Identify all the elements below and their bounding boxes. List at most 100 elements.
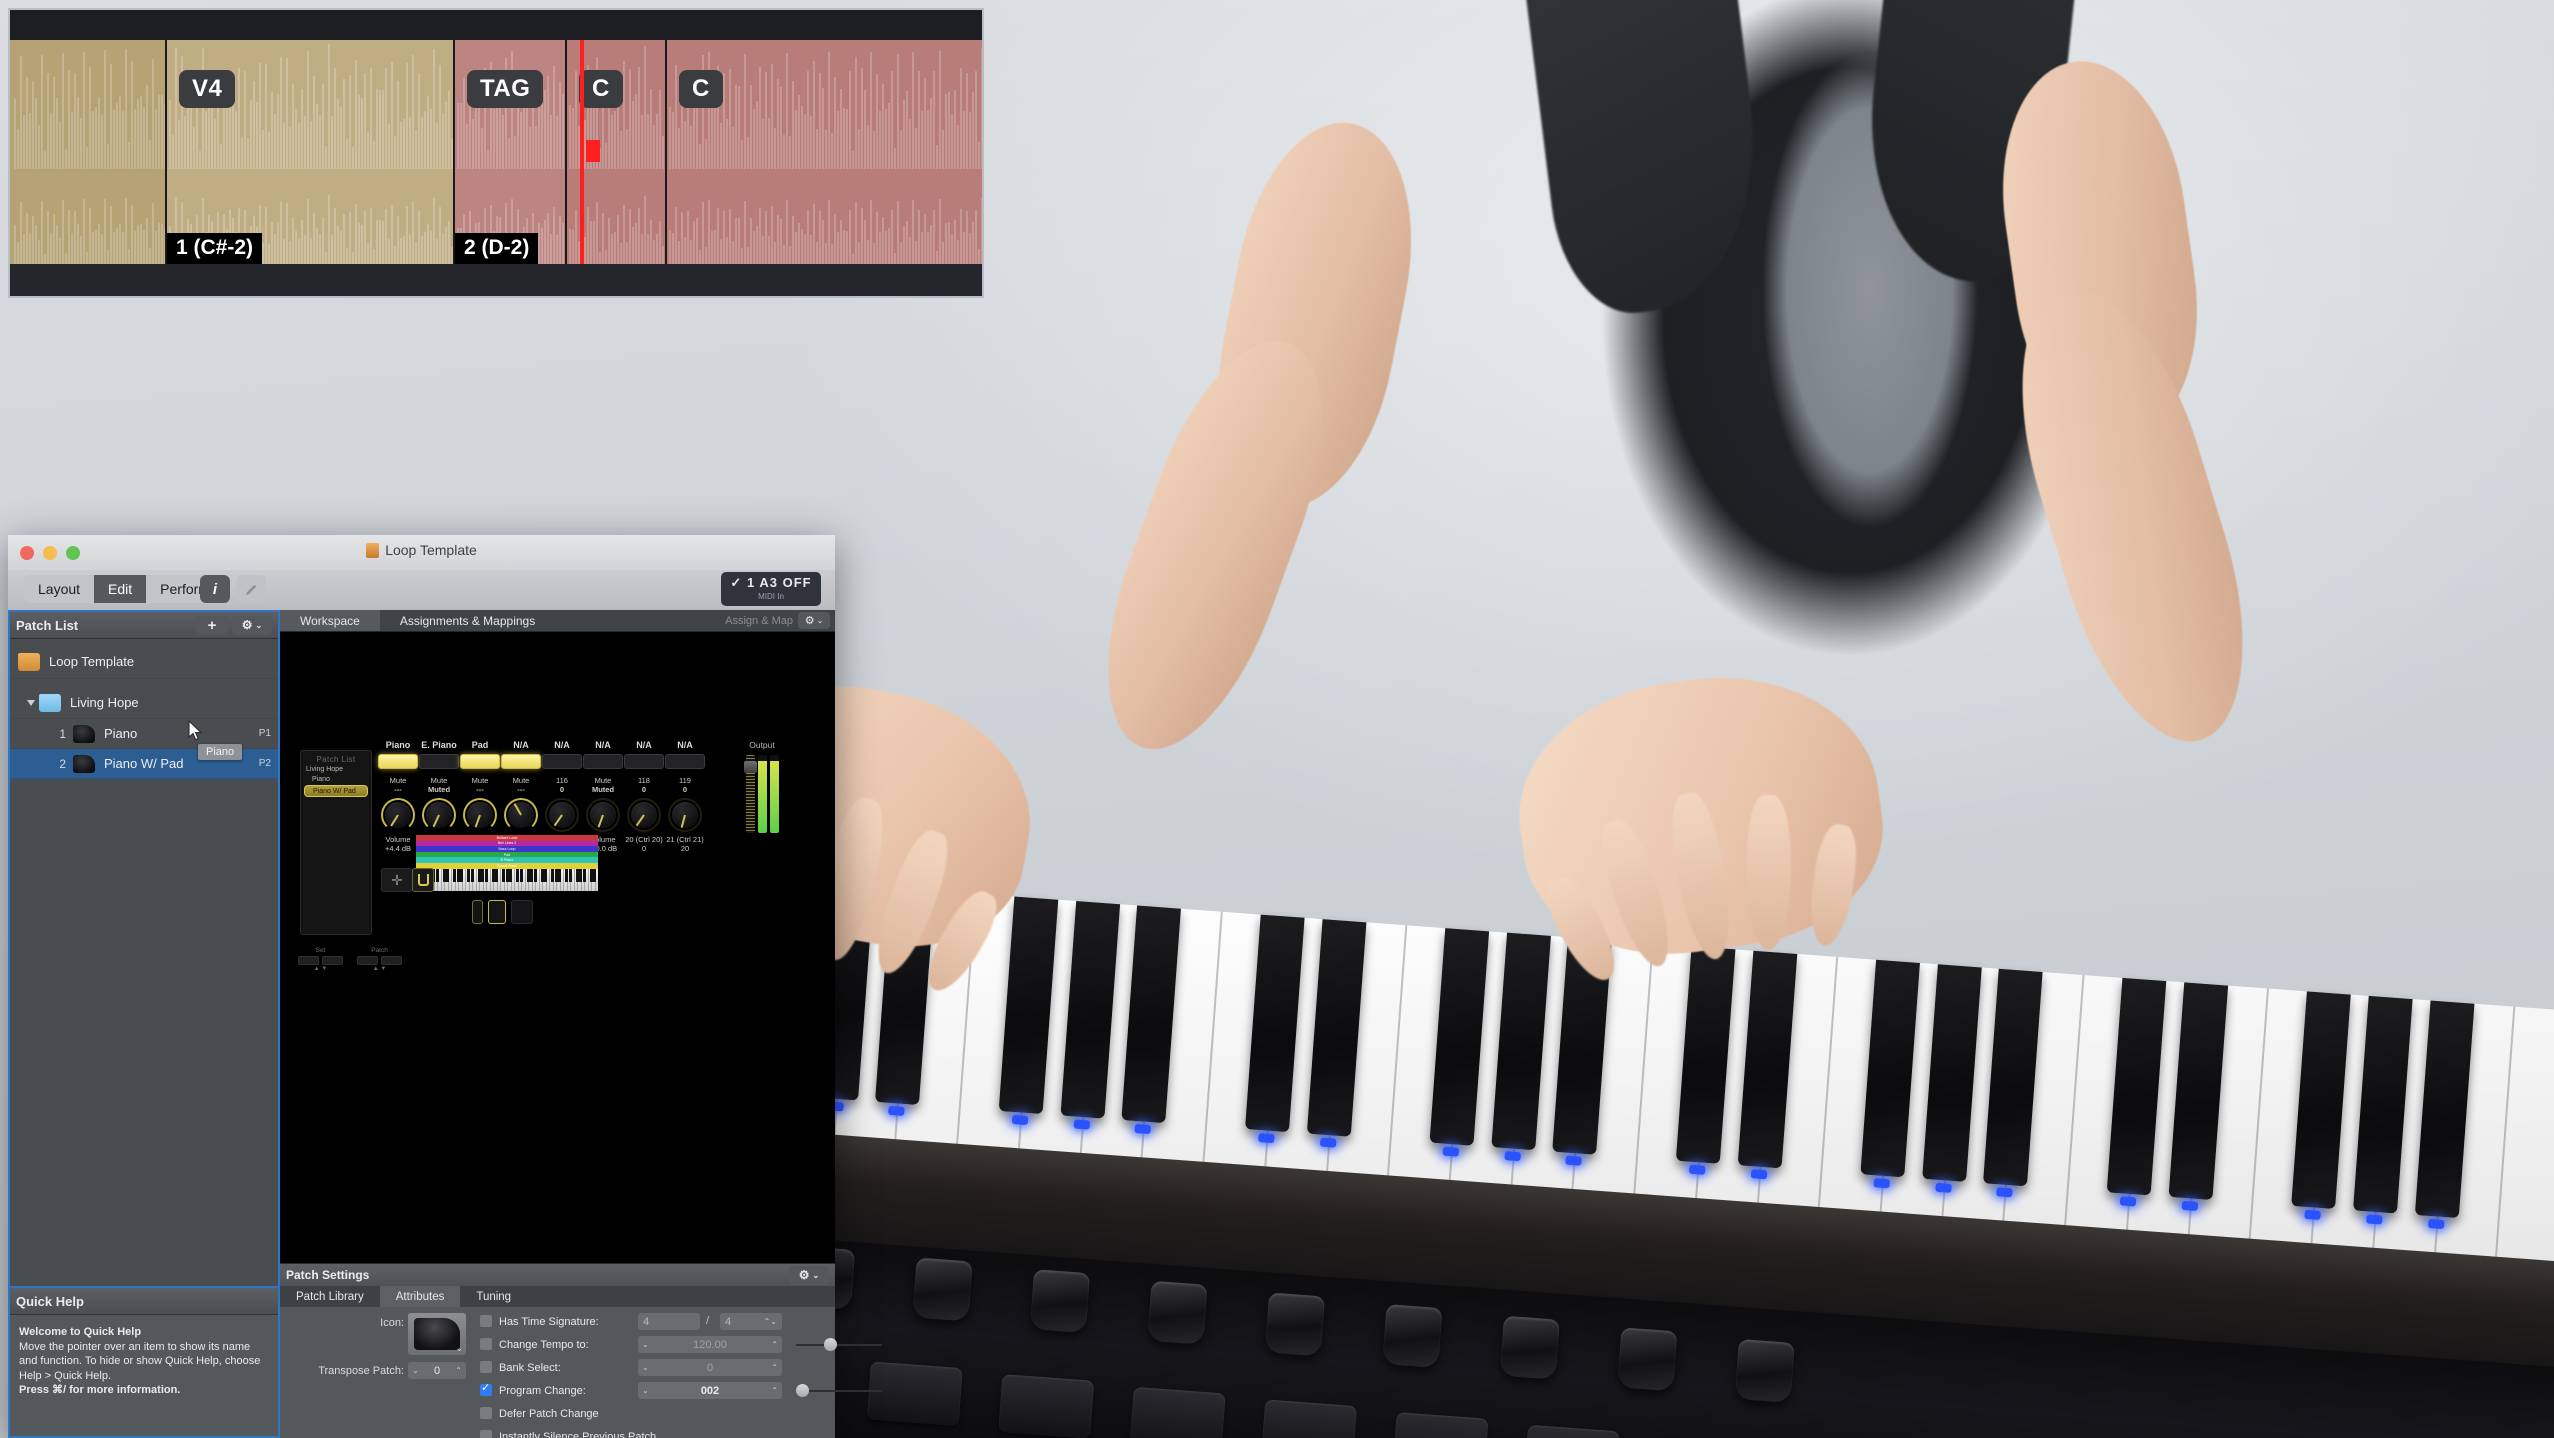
- pedal-slot-empty[interactable]: [511, 900, 533, 924]
- workspace-patch-item[interactable]: Living Hope: [301, 764, 371, 774]
- channel-knob[interactable]: [463, 798, 497, 832]
- audio-region[interactable]: [10, 40, 166, 264]
- channel-knob[interactable]: [668, 798, 702, 832]
- channel-mute-button[interactable]: [624, 754, 664, 769]
- instantly-silence-row[interactable]: Instantly Silence Previous Patch: [480, 1430, 656, 1438]
- patch-icon-picker[interactable]: ⌄: [408, 1313, 466, 1355]
- mode-button-layout[interactable]: Layout: [24, 575, 95, 603]
- pen-icon[interactable]: [236, 575, 266, 603]
- modulation-wheel-widget[interactable]: ✛: [381, 868, 413, 892]
- chevron-left-icon[interactable]: ⌄: [412, 1366, 419, 1375]
- region-badge[interactable]: C: [579, 70, 623, 108]
- assign-and-map-label[interactable]: Assign & Map: [725, 615, 793, 627]
- output-fader-thumb[interactable]: [743, 761, 757, 773]
- set-next-button[interactable]: [322, 956, 343, 965]
- channel-knob[interactable]: [422, 798, 456, 832]
- mixer-channel-strip[interactable]: N/A 116 0: [542, 740, 582, 844]
- set-nav-group[interactable]: Set ▲ ▼: [298, 947, 343, 972]
- change-tempo-stepper[interactable]: ⌄ 120.00 ⌃: [638, 1336, 782, 1353]
- patch-prev-button[interactable]: [357, 956, 378, 965]
- chevron-right-icon[interactable]: ⌃: [771, 1386, 778, 1395]
- stepper-arrows-icon[interactable]: ⌃⌄: [764, 1317, 777, 1326]
- slider-thumb[interactable]: [824, 1338, 837, 1351]
- set-nav-buttons[interactable]: [298, 956, 343, 965]
- channel-knob[interactable]: [627, 798, 661, 832]
- add-patch-button[interactable]: +: [196, 615, 228, 635]
- has-time-signature-row[interactable]: Has Time Signature:: [480, 1315, 599, 1328]
- defer-patch-change-checkbox[interactable]: [480, 1407, 492, 1419]
- midi-activity-monitor[interactable]: ✓ 1 A3 OFF MIDI In: [721, 572, 821, 606]
- patch-list[interactable]: Loop Template Living Hope 1 Piano P1 2 Piano W…: [10, 639, 278, 1286]
- workspace-patch-list-widget[interactable]: Patch List Living Hope Piano Piano W/ Pad: [300, 750, 372, 935]
- output-fader[interactable]: [743, 755, 757, 833]
- patch-list-item-loop-template[interactable]: Loop Template: [10, 645, 278, 679]
- patch-nav-group[interactable]: Patch ▲ ▼: [357, 947, 402, 972]
- tab-patch-library[interactable]: Patch Library: [280, 1286, 380, 1307]
- mixer-channel-strip[interactable]: N/A 119 0 21 (Ctrl 21) 20: [665, 740, 705, 854]
- bank-select-stepper[interactable]: ⌄ 0 ⌃: [638, 1359, 782, 1376]
- slider-thumb[interactable]: [796, 1384, 809, 1397]
- channel-mute-button[interactable]: [583, 754, 623, 769]
- playhead[interactable]: [580, 40, 584, 264]
- mixer-channel-strip[interactable]: N/A 118 0 20 (Ctrl 20) 0: [624, 740, 664, 854]
- change-tempo-checkbox[interactable]: [480, 1338, 492, 1350]
- has-time-signature-checkbox[interactable]: [480, 1315, 492, 1327]
- set-prev-button[interactable]: [298, 956, 319, 965]
- channel-mute-button[interactable]: [378, 754, 418, 769]
- channel-mute-button[interactable]: [665, 754, 705, 769]
- chevron-left-icon[interactable]: ⌄: [642, 1363, 649, 1372]
- audio-regions-lane[interactable]: V4 1 (C#-2) TAG 2 (D-2) C C: [10, 40, 982, 264]
- workspace-patch-item[interactable]: Piano W/ Pad: [304, 785, 368, 797]
- bank-select-row[interactable]: Bank Select:: [480, 1361, 561, 1374]
- instantly-silence-checkbox[interactable]: [480, 1430, 492, 1438]
- chevron-right-icon[interactable]: ⌃: [455, 1366, 462, 1375]
- tab-tuning[interactable]: Tuning: [460, 1286, 527, 1307]
- chevron-right-icon[interactable]: ⌃: [771, 1340, 778, 1349]
- program-change-row[interactable]: Program Change:: [480, 1381, 586, 1397]
- tab-workspace[interactable]: Workspace: [280, 610, 380, 631]
- pedal-widgets[interactable]: [472, 900, 533, 924]
- program-change-stepper[interactable]: ⌄ 002 ⌃: [638, 1382, 782, 1399]
- transpose-patch-stepper[interactable]: ⌄ 0 ⌃: [408, 1362, 466, 1379]
- timeline-ruler[interactable]: [10, 10, 982, 40]
- patch-next-button[interactable]: [381, 956, 402, 965]
- change-tempo-row[interactable]: Change Tempo to:: [480, 1338, 589, 1351]
- channel-knob[interactable]: [586, 798, 620, 832]
- channel-mute-button[interactable]: [419, 754, 459, 769]
- info-icon[interactable]: i: [200, 575, 230, 603]
- region-badge[interactable]: TAG: [467, 70, 544, 108]
- program-change-slider[interactable]: [796, 1384, 882, 1398]
- keyboard-graphic[interactable]: [416, 869, 598, 891]
- region-badge[interactable]: V4: [179, 70, 236, 108]
- patch-settings-gear-button[interactable]: ⚙ ⌄: [789, 1265, 829, 1285]
- disclosure-triangle-icon[interactable]: [27, 699, 35, 706]
- tab-attributes[interactable]: Attributes: [379, 1286, 461, 1307]
- workspace-patch-list-items[interactable]: Living Hope Piano Piano W/ Pad: [301, 764, 371, 797]
- layer-zone[interactable]: Grand Piano: [416, 862, 598, 869]
- program-change-checkbox[interactable]: [480, 1381, 492, 1396]
- tab-assignments-mappings[interactable]: Assignments & Mappings: [380, 610, 555, 631]
- pitch-bend-widget[interactable]: [412, 868, 434, 892]
- time-signature-numerator-field[interactable]: 4: [638, 1313, 700, 1330]
- output-strip[interactable]: Output: [740, 740, 784, 833]
- mode-button-edit[interactable]: Edit: [94, 575, 147, 603]
- set-patch-navigation[interactable]: Set ▲ ▼ Patch ▲ ▼: [298, 947, 423, 972]
- mode-switcher[interactable]: Layout Edit Perform: [24, 575, 224, 603]
- patch-list-gear-button[interactable]: ⚙ ⌄: [232, 615, 272, 635]
- keyboard-layer-zones[interactable]: Brilliant Lead Bell Lines 2 Bass Loop Pad E …: [416, 835, 598, 869]
- chevron-right-icon[interactable]: ⌃: [771, 1363, 778, 1372]
- chevron-left-icon[interactable]: ⌄: [642, 1340, 649, 1349]
- time-signature-denominator-field[interactable]: 4 ⌃⌄: [720, 1313, 782, 1330]
- channel-mute-button[interactable]: [542, 754, 582, 769]
- defer-patch-change-row[interactable]: Defer Patch Change: [480, 1407, 599, 1420]
- workspace-gear-button[interactable]: ⚙ ⌄: [798, 612, 830, 629]
- channel-knob[interactable]: [545, 798, 579, 832]
- channel-knob[interactable]: [381, 798, 415, 832]
- patch-nav-buttons[interactable]: [357, 956, 402, 965]
- expression-pedal-widget[interactable]: [472, 900, 483, 924]
- change-tempo-slider[interactable]: [796, 1338, 882, 1352]
- chevron-left-icon[interactable]: ⌄: [642, 1386, 649, 1395]
- bank-select-checkbox[interactable]: [480, 1361, 492, 1373]
- channel-mute-button[interactable]: [460, 754, 500, 769]
- sustain-pedal-widget[interactable]: [488, 900, 506, 924]
